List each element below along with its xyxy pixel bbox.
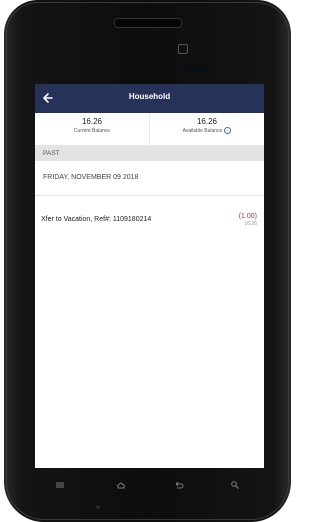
current-balance-value: 16.26 [81,117,103,126]
current-balance: 16.26 Current Balance [35,113,149,145]
earpiece-speaker [114,18,182,28]
page-title: Household [128,92,171,101]
proximity-sensor [182,66,208,72]
home-key-icon[interactable] [114,480,128,492]
info-icon[interactable]: i [224,127,232,135]
balance-summary: 16.26 Current Balance 16.26 Available Ba… [35,113,264,146]
available-balance-label-row: Available Balance i [150,127,264,135]
transaction-running-balance: 16.26 [244,221,257,227]
available-balance: 16.26 Available Balance i [149,113,264,145]
app-screen: Household 16.26 Current Balance 16.26 Av… [35,84,264,468]
transaction-row[interactable]: Xfer to Vacation, Ref#: 1109180214 (1.00… [35,196,264,232]
transaction-description: Xfer to Vacation, Ref#: 1109180214 [41,216,152,223]
back-key-icon[interactable] [172,480,186,492]
current-balance-label: Current Balance [73,128,111,134]
hardware-nav-keys [35,474,264,498]
menu-key-icon[interactable] [53,480,67,492]
transaction-amount: (1.00) [238,213,257,220]
date-header: FRIDAY, NOVEMBER 09 2018 [35,161,264,196]
available-balance-value: 16.26 [196,117,218,126]
phone-chin-dot [96,505,100,509]
available-balance-label: Available Balance [182,128,223,134]
search-key-icon[interactable] [228,480,242,492]
top-app-bar: Household [35,84,264,113]
section-header-past: PAST [35,146,264,161]
front-camera [178,44,188,54]
